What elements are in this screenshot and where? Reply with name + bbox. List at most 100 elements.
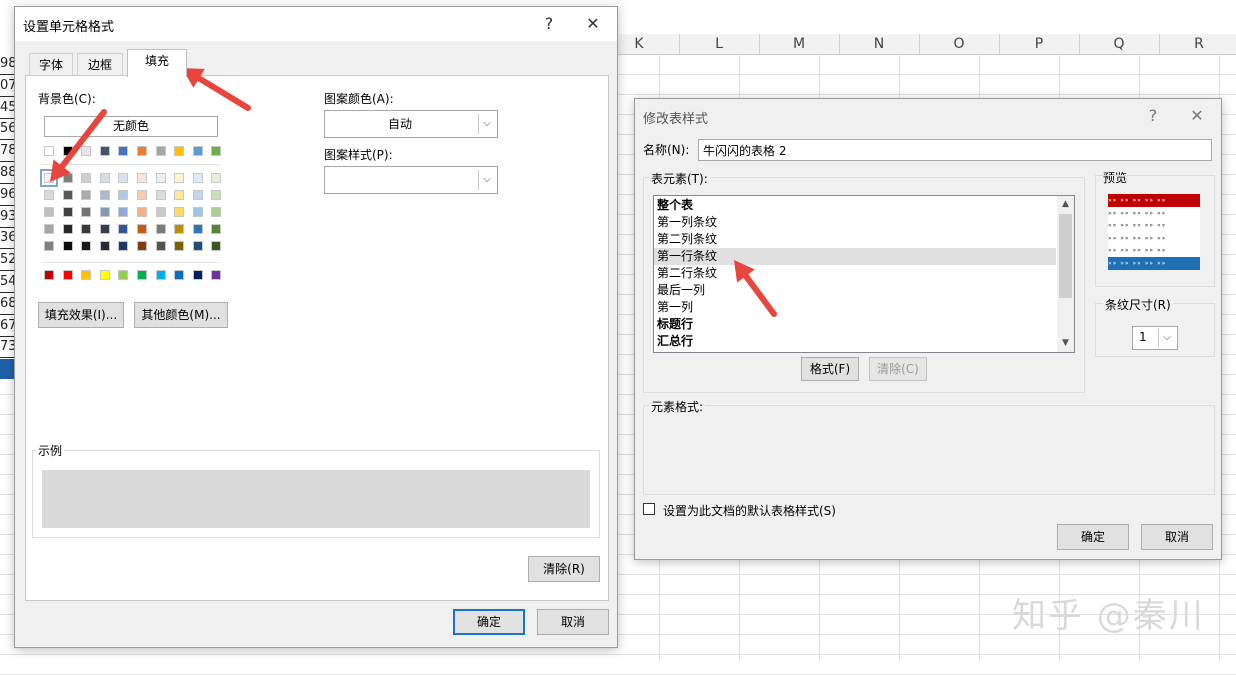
color-swatch[interactable] xyxy=(44,190,54,200)
color-swatch[interactable] xyxy=(81,207,92,217)
color-swatch[interactable] xyxy=(137,270,147,280)
color-swatch[interactable] xyxy=(44,270,54,280)
color-swatch[interactable] xyxy=(81,146,92,156)
scroll-down-icon[interactable]: ▼ xyxy=(1057,335,1074,352)
cell[interactable]: 52 xyxy=(0,250,15,272)
color-swatch[interactable] xyxy=(211,146,222,156)
color-swatch[interactable] xyxy=(211,224,222,234)
tab-border[interactable]: 边框 xyxy=(77,53,123,76)
color-swatch[interactable] xyxy=(155,207,166,217)
tab-fill[interactable]: 填充 xyxy=(127,49,187,77)
list-item[interactable]: 汇总行 xyxy=(654,333,1056,350)
color-swatch[interactable] xyxy=(174,224,185,234)
color-swatch[interactable] xyxy=(155,224,166,234)
color-swatch[interactable] xyxy=(99,190,110,200)
close-icon[interactable]: ✕ xyxy=(581,13,605,35)
name-input[interactable]: 牛闪闪的表格 2 xyxy=(698,139,1212,161)
column-header-o[interactable]: O xyxy=(919,34,1000,54)
color-swatch[interactable] xyxy=(192,173,203,183)
cancel-button[interactable]: 取消 xyxy=(1141,524,1213,550)
color-swatch[interactable] xyxy=(192,190,203,200)
cell[interactable]: 54 xyxy=(0,272,15,293)
tab-font[interactable]: 字体 xyxy=(29,53,73,76)
cell[interactable]: 68 xyxy=(0,293,15,315)
list-item[interactable]: 第一列 xyxy=(654,299,1056,316)
scroll-up-icon[interactable]: ▲ xyxy=(1057,196,1074,213)
color-swatch[interactable] xyxy=(137,190,147,200)
color-swatch[interactable] xyxy=(62,173,73,183)
table-element-list[interactable]: 整个表 第一列条纹 第二列条纹 第一行条纹 第二行条纹 最后一列 第一列 标题行 汇总行 ▲ ▼ xyxy=(653,195,1075,353)
cancel-button[interactable]: 取消 xyxy=(537,609,609,635)
color-swatch[interactable] xyxy=(137,224,147,234)
color-swatch[interactable] xyxy=(99,241,110,251)
color-swatch[interactable] xyxy=(44,207,54,217)
color-swatch[interactable] xyxy=(118,190,129,200)
ok-button[interactable]: 确定 xyxy=(1057,524,1129,550)
color-swatch[interactable] xyxy=(211,173,222,183)
color-swatch[interactable] xyxy=(62,270,73,280)
color-swatch[interactable] xyxy=(155,190,166,200)
color-swatch[interactable] xyxy=(137,241,147,251)
color-swatch[interactable] xyxy=(155,173,166,183)
column-header-n[interactable]: N xyxy=(839,34,920,54)
color-swatch[interactable] xyxy=(118,270,129,280)
color-swatch[interactable] xyxy=(192,224,203,234)
ok-button[interactable]: 确定 xyxy=(453,609,525,635)
help-button[interactable]: ? xyxy=(537,13,561,35)
color-swatch[interactable] xyxy=(174,270,185,280)
color-swatch[interactable] xyxy=(118,207,129,217)
more-colors-button[interactable]: 其他颜色(M)... xyxy=(134,302,228,328)
color-swatch[interactable] xyxy=(99,224,110,234)
color-swatch[interactable] xyxy=(137,207,147,217)
column-header-r[interactable]: R xyxy=(1159,34,1236,54)
clear-button[interactable]: 清除(R) xyxy=(528,556,600,582)
color-swatch[interactable] xyxy=(118,173,129,183)
color-swatch[interactable] xyxy=(155,241,166,251)
color-swatch[interactable] xyxy=(62,190,73,200)
color-swatch[interactable] xyxy=(81,190,92,200)
color-swatch[interactable] xyxy=(174,146,185,156)
column-header-q[interactable]: Q xyxy=(1079,34,1160,54)
fill-effects-button[interactable]: 填充效果(I)... xyxy=(38,302,124,328)
chevron-down-icon[interactable]: ⌵ xyxy=(478,170,495,190)
color-swatch[interactable] xyxy=(192,207,203,217)
cell[interactable]: 36 xyxy=(0,228,15,250)
list-item[interactable]: 整个表 xyxy=(654,197,1056,214)
color-swatch[interactable] xyxy=(62,207,73,217)
color-swatch[interactable] xyxy=(99,146,110,156)
color-swatch[interactable] xyxy=(118,224,129,234)
color-swatch[interactable] xyxy=(174,207,185,217)
color-swatch[interactable] xyxy=(81,173,92,183)
color-swatch[interactable] xyxy=(174,173,185,183)
color-swatch[interactable] xyxy=(62,241,73,251)
list-item[interactable]: 第一列条纹 xyxy=(654,214,1056,231)
no-color-button[interactable]: 无颜色 xyxy=(44,116,218,137)
column-header-l[interactable]: L xyxy=(679,34,760,54)
color-swatch[interactable] xyxy=(99,207,110,217)
color-swatch[interactable] xyxy=(118,146,129,156)
color-swatch[interactable] xyxy=(211,270,222,280)
pattern-style-select[interactable]: ⌵ xyxy=(324,166,498,194)
chevron-down-icon[interactable]: ⌵ xyxy=(1158,329,1175,347)
list-item[interactable]: 标题行 xyxy=(654,316,1056,333)
color-swatch[interactable] xyxy=(62,146,73,156)
cell[interactable]: 93 xyxy=(0,206,15,228)
color-swatch[interactable] xyxy=(44,224,54,234)
color-swatch[interactable] xyxy=(40,169,58,187)
help-button[interactable]: ? xyxy=(1141,105,1165,127)
color-swatch[interactable] xyxy=(211,207,222,217)
default-style-checkbox[interactable] xyxy=(643,503,655,515)
cell[interactable]: 56 xyxy=(0,119,15,141)
color-swatch[interactable] xyxy=(81,270,92,280)
pattern-color-select[interactable]: 自动 ⌵ xyxy=(324,110,498,138)
cell[interactable]: 96 xyxy=(0,184,15,206)
color-swatch[interactable] xyxy=(81,241,92,251)
cell[interactable]: 45 xyxy=(0,97,15,119)
cell[interactable]: 73 xyxy=(0,337,15,359)
cell[interactable]: 78 xyxy=(0,141,15,163)
list-item[interactable]: 第一行条纹 xyxy=(654,248,1056,265)
color-swatch[interactable] xyxy=(174,241,185,251)
cell[interactable]: 67 xyxy=(0,315,15,337)
column-header-p[interactable]: P xyxy=(999,34,1080,54)
format-button[interactable]: 格式(F) xyxy=(801,357,859,381)
